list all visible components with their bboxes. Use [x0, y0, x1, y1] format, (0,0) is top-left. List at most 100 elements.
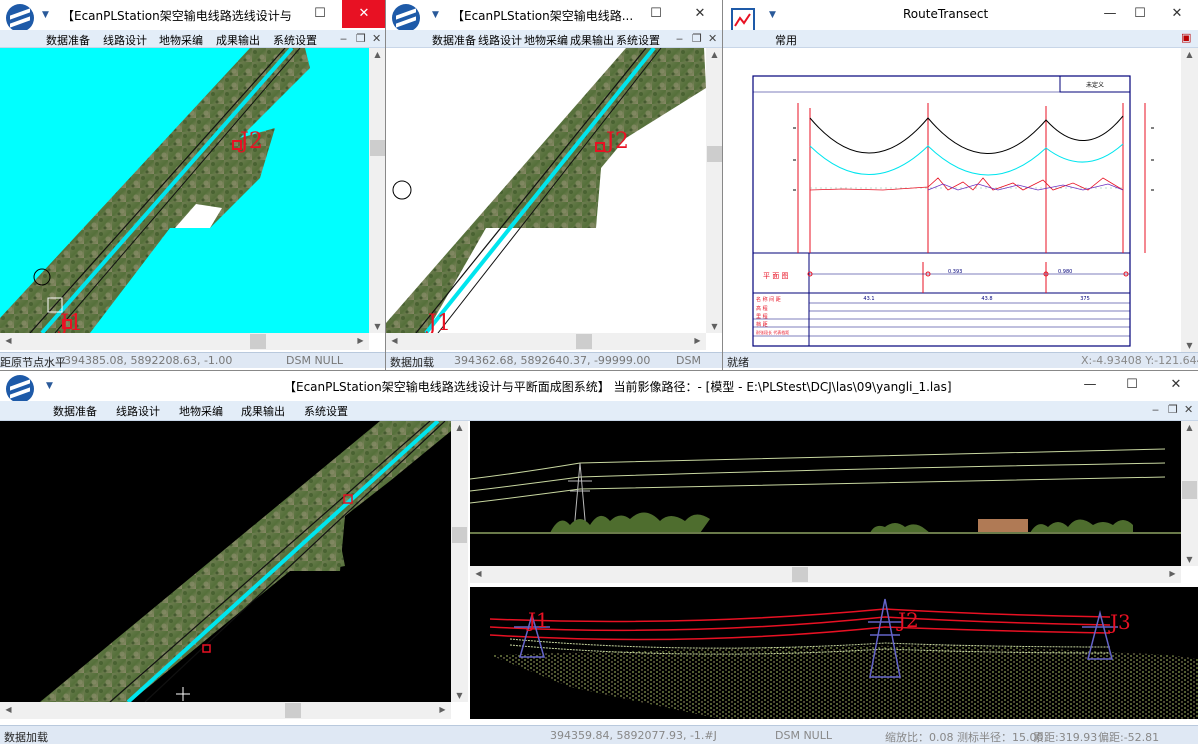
maximize-icon[interactable]: ☐: [298, 0, 342, 28]
scroll-down-icon[interactable]: ▼: [706, 322, 722, 331]
menu-settings[interactable]: 系统设置: [616, 32, 660, 48]
scroll-right-icon[interactable]: ▶: [434, 705, 451, 714]
orthophoto-map: J2 J1: [0, 48, 310, 333]
menu-data-prep[interactable]: 数据准备: [432, 32, 476, 48]
scroll-up-icon[interactable]: ▲: [1181, 50, 1198, 59]
scroll-down-icon[interactable]: ▼: [1181, 341, 1198, 350]
app-logo-icon: [392, 4, 420, 32]
close-icon[interactable]: ✕: [708, 32, 717, 45]
map-view[interactable]: J2 J1: [386, 48, 706, 333]
close-icon[interactable]: ✕: [1155, 0, 1198, 28]
minimize-icon[interactable]: —: [1068, 371, 1112, 399]
scroll-right-icon[interactable]: ▶: [1164, 569, 1181, 578]
status-dsm: DSM NULL: [775, 729, 832, 742]
title-bar[interactable]: ▼ 【EcanPLStation架空输电线路选线设计与平断面成图系统】 当前影像…: [0, 371, 1198, 403]
vertical-scrollbar[interactable]: ▲ ▼: [706, 48, 722, 333]
scroll-up-icon[interactable]: ▲: [706, 50, 722, 59]
menu-output[interactable]: 成果输出: [570, 32, 614, 48]
menu-data-prep[interactable]: 数据准备: [53, 403, 97, 419]
3d-point-cloud-view[interactable]: J1 J2 J3: [470, 587, 1198, 719]
scroll-down-icon[interactable]: ▼: [369, 322, 385, 331]
menu-settings[interactable]: 系统设置: [273, 32, 317, 48]
title-bar[interactable]: ▼ RouteTransect — ☐ ✕: [723, 0, 1198, 32]
restore-icon[interactable]: ❐: [1168, 403, 1178, 416]
menu-feature-collect[interactable]: 地物采编: [524, 32, 568, 48]
scroll-left-icon[interactable]: ◀: [0, 336, 17, 345]
status-coords: 394362.68, 5892640.37, -99999.00: [454, 354, 651, 367]
horizontal-scrollbar[interactable]: ◀ ▶: [470, 566, 1181, 583]
minimize-icon[interactable]: ‒: [676, 32, 683, 45]
scroll-left-icon[interactable]: ◀: [0, 705, 17, 714]
scroll-left-icon[interactable]: ◀: [470, 569, 487, 578]
restore-icon[interactable]: ❐: [692, 32, 702, 45]
menu-data-prep[interactable]: 数据准备: [46, 32, 90, 48]
close-icon[interactable]: ✕: [372, 32, 381, 45]
map-view[interactable]: J2 J1: [0, 48, 369, 333]
row-label-span: 档 距: [756, 321, 768, 328]
row-label-elev: 高 程: [756, 305, 768, 312]
vertical-scrollbar[interactable]: ▲ ▼: [369, 48, 385, 333]
minimize-icon[interactable]: ‒: [1152, 403, 1159, 416]
chart-icon: [731, 8, 755, 32]
menu-feature-collect[interactable]: 地物采编: [159, 32, 203, 48]
row-label-name: 名 称 间 距: [756, 296, 781, 303]
horizontal-scrollbar[interactable]: ◀ ▶: [386, 333, 706, 350]
row-label-tension: 耐张段长 代表档距: [756, 329, 789, 335]
scroll-right-icon[interactable]: ▶: [352, 336, 369, 345]
status-coords: 394385.08, 5892208.63, -1.00: [64, 354, 233, 367]
vertical-scrollbar[interactable]: ▲ ▼: [1181, 421, 1198, 566]
close-icon[interactable]: ✕: [678, 0, 722, 28]
close-icon[interactable]: ✕: [342, 0, 385, 28]
horizontal-scrollbar[interactable]: ◀ ▶: [0, 333, 369, 350]
scroll-up-icon[interactable]: ▲: [1181, 423, 1198, 432]
menu-route-design[interactable]: 线路设计: [103, 32, 147, 48]
menu-settings[interactable]: 系统设置: [304, 403, 348, 419]
menu-bar: 数据准备 线路设计 地物采编 成果输出 系统设置 ‒ ❐ ✕: [386, 30, 722, 48]
vertical-scrollbar[interactable]: ▲ ▼: [1181, 48, 1198, 352]
transect-drawing: 未定义 平 面 图 0.393 0.980 名 称 间 距 高 程 里 程 档 …: [752, 75, 1154, 347]
menu-bar: 常用 ▣: [723, 30, 1198, 48]
tower-label-j1: J1: [426, 311, 451, 333]
drawing-canvas[interactable]: 未定义 平 面 图 0.393 0.980 名 称 间 距 高 程 里 程 档 …: [723, 48, 1181, 352]
scroll-up-icon[interactable]: ▲: [451, 423, 468, 432]
window-title: RouteTransect: [903, 7, 989, 21]
tower-label-j2: J2: [604, 129, 629, 154]
minimize-icon[interactable]: ‒: [340, 32, 347, 45]
quick-access-icon[interactable]: ▼: [42, 10, 49, 20]
status-radius: 测标半径：15.00: [957, 731, 1044, 744]
help-icon[interactable]: ▣: [1181, 31, 1191, 44]
quick-access-icon[interactable]: ▼: [46, 381, 53, 391]
menu-route-design[interactable]: 线路设计: [116, 403, 160, 419]
status-coords: X:-4.93408 Y:-121.644: [1081, 354, 1198, 367]
quick-access-icon[interactable]: ▼: [769, 10, 776, 20]
close-icon[interactable]: ✕: [1184, 403, 1193, 416]
point-cloud-profile: [470, 448, 1181, 534]
menu-route-design[interactable]: 线路设计: [478, 32, 522, 48]
side-profile-view[interactable]: [470, 421, 1181, 566]
window-title: 【EcanPLStation架空输电线路选线设计与平断面成图系统】 当前影像路径…: [284, 380, 952, 394]
scroll-left-icon[interactable]: ◀: [386, 336, 403, 345]
restore-icon[interactable]: ❐: [356, 32, 366, 45]
scroll-up-icon[interactable]: ▲: [369, 50, 385, 59]
plan-label: 平 面 图: [763, 272, 788, 280]
maximize-icon[interactable]: ☐: [634, 0, 678, 28]
quick-access-icon[interactable]: ▼: [432, 10, 439, 20]
menu-feature-collect[interactable]: 地物采编: [179, 403, 223, 419]
maximize-icon[interactable]: ☐: [1110, 371, 1154, 399]
status-label: 就绪: [727, 356, 749, 369]
main-map-view[interactable]: [0, 421, 451, 702]
status-offset: 偏距:-52.81: [1098, 731, 1160, 744]
menu-output[interactable]: 成果输出: [241, 403, 285, 419]
status-distance: 累距:319.93: [1033, 731, 1098, 744]
menu-common[interactable]: 常用: [775, 32, 797, 48]
title-bar[interactable]: ▼ 【EcanPLStation架空输电线路... ☐ ✕: [386, 0, 722, 32]
scroll-down-icon[interactable]: ▼: [1181, 555, 1198, 564]
vertical-scrollbar[interactable]: ▲ ▼: [451, 421, 468, 702]
scroll-right-icon[interactable]: ▶: [689, 336, 706, 345]
menu-bar: 数据准备 线路设计 地物采编 成果输出 系统设置 ‒ ❐ ✕: [0, 30, 385, 48]
scroll-down-icon[interactable]: ▼: [451, 691, 468, 700]
title-bar[interactable]: ▼ 【EcanPLStation架空输电线路选线设计与平... ☐ ✕: [0, 0, 385, 32]
menu-output[interactable]: 成果输出: [216, 32, 260, 48]
close-icon[interactable]: ✕: [1154, 371, 1198, 399]
horizontal-scrollbar[interactable]: ◀ ▶: [0, 702, 451, 719]
